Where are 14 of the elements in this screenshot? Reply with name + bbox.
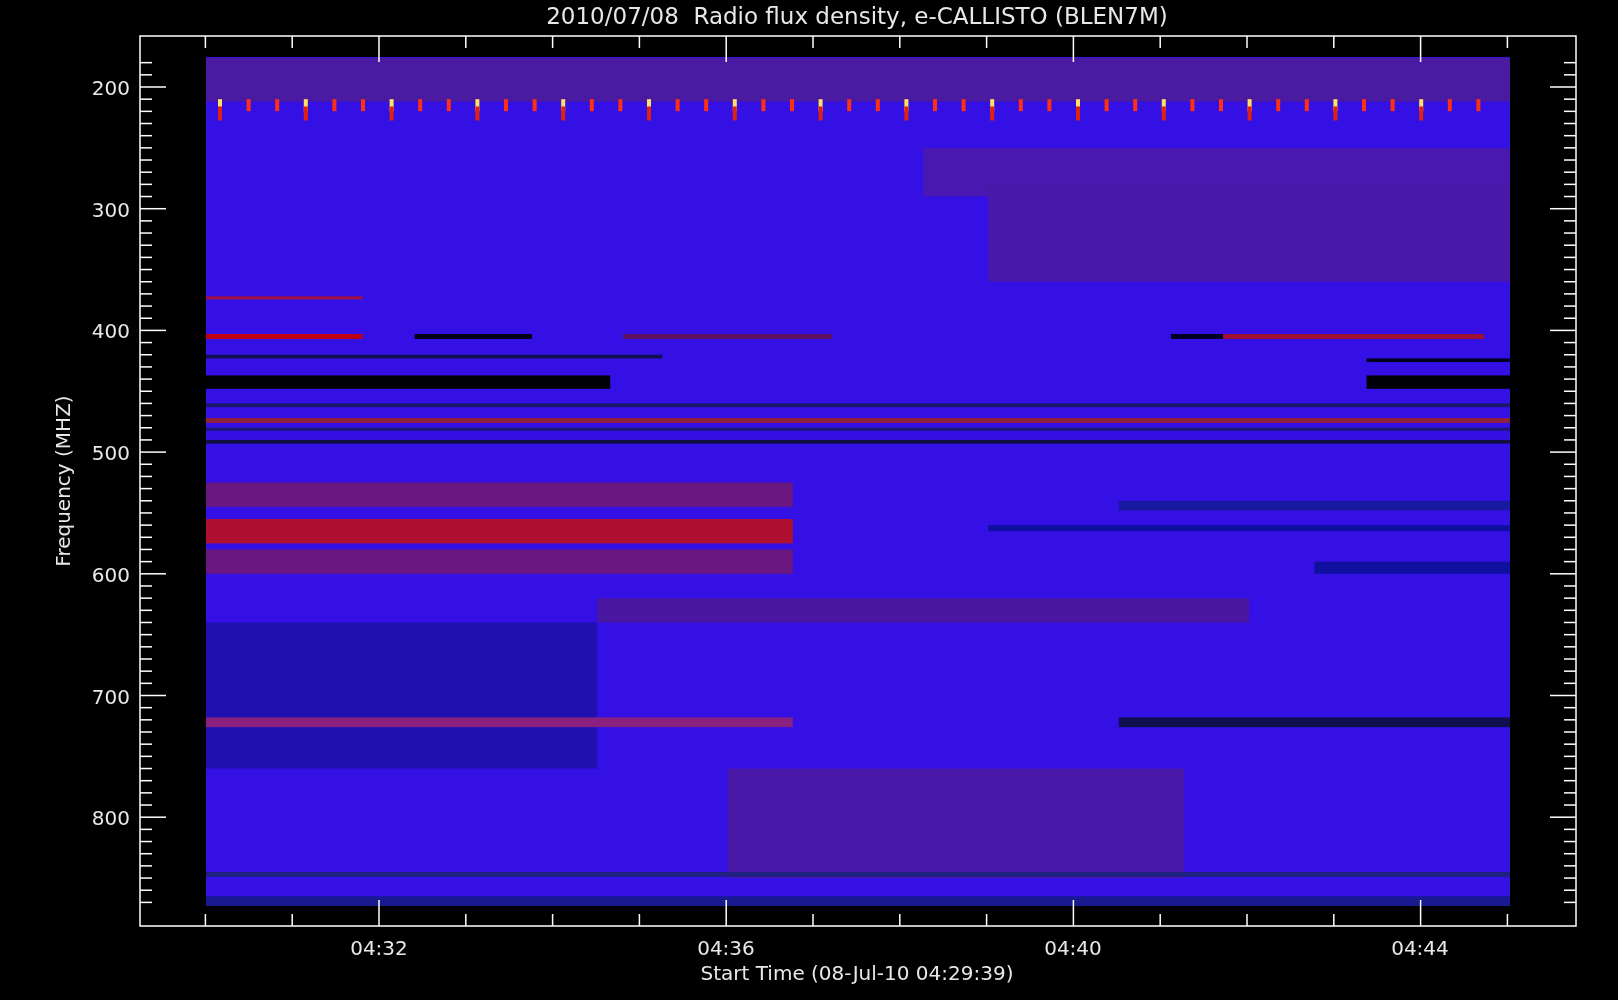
x-axis-label: Start Time (08-Jul-10 04:29:39) <box>700 961 1014 985</box>
y-tick-label: 200 <box>91 76 130 100</box>
y-tick-label: 500 <box>91 441 130 466</box>
x-tick-label: 04:40 <box>1044 936 1102 960</box>
x-tick-label: 04:36 <box>697 936 755 960</box>
x-tick-label: 04:32 <box>350 936 408 960</box>
y-tick-label: 400 <box>91 319 130 344</box>
y-tick-label: 600 <box>91 562 130 587</box>
y-axis-label: Frequency (MHZ) <box>51 395 75 567</box>
y-tick-label: 800 <box>91 806 130 831</box>
y-tick-label: 700 <box>91 684 130 709</box>
x-tick-label: 04:44 <box>1391 936 1449 960</box>
chart-title: 2010/07/08 Radio flux density, e-CALLISTO (BLEN7M) <box>546 3 1168 29</box>
y-tick-label: 300 <box>91 197 130 222</box>
